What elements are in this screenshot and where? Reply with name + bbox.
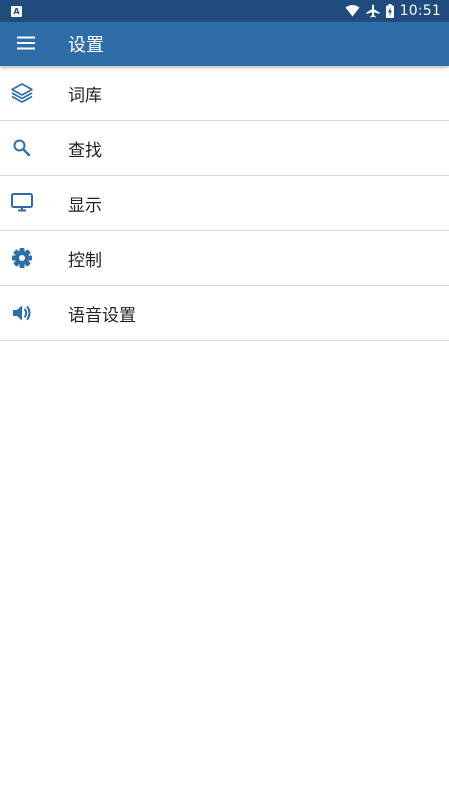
notification-a-icon: A: [11, 5, 22, 17]
search-icon: [0, 121, 44, 175]
hamburger-menu-icon: [17, 35, 35, 54]
gear-icon: [0, 231, 44, 285]
menu-item-search[interactable]: 查找: [0, 121, 449, 176]
menu-item-voice-settings[interactable]: 语音设置: [0, 286, 449, 341]
settings-menu-list: 词库 查找 显示 控制 语音设置: [0, 66, 449, 341]
layers-icon: [0, 66, 44, 120]
menu-item-label: 显示: [68, 195, 102, 216]
wifi-icon: [345, 5, 360, 17]
menu-item-label: 控制: [68, 250, 102, 271]
page-title: 设置: [68, 35, 104, 56]
airplane-icon: [366, 4, 380, 18]
menu-item-dictionary[interactable]: 词库: [0, 66, 449, 121]
battery-charging-icon: [385, 4, 394, 18]
monitor-icon: [0, 176, 44, 230]
menu-item-label: 语音设置: [68, 305, 136, 326]
status-time: 10:51: [399, 3, 441, 19]
app-bar: 设置: [0, 22, 449, 66]
menu-item-display[interactable]: 显示: [0, 176, 449, 231]
menu-item-label: 词库: [68, 85, 102, 106]
volume-icon: [0, 286, 44, 340]
status-bar: A 10:51: [0, 0, 449, 22]
hamburger-menu-button[interactable]: [0, 22, 52, 66]
menu-item-control[interactable]: 控制: [0, 231, 449, 286]
menu-item-label: 查找: [68, 140, 102, 161]
